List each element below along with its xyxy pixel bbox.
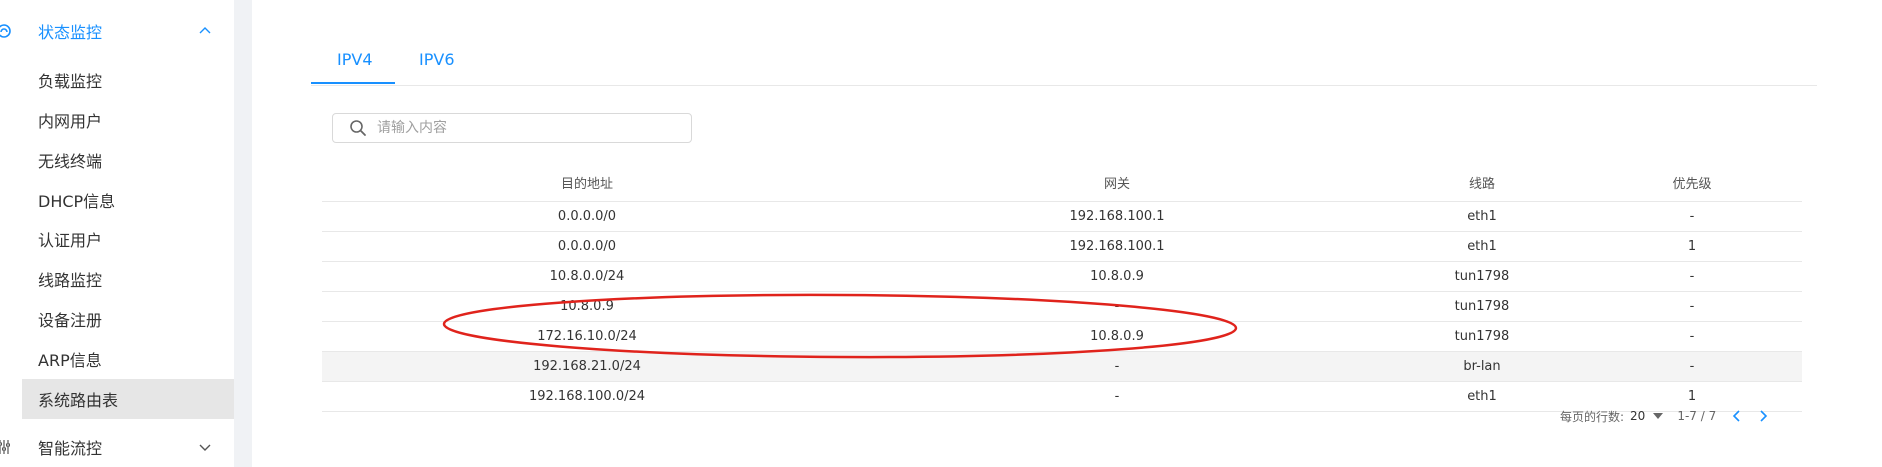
- pagination: 每页的行数: 20 1-7 / 7: [1560, 406, 1768, 426]
- route-table: 目的地址 网关 线路 优先级 0.0.0.0/0 192.168.100.1 e…: [322, 163, 1802, 412]
- menu-group-smart-flow-control[interactable]: 智能流控: [0, 427, 234, 467]
- table-row: 172.16.10.0/24 10.8.0.9 tun1798 -: [322, 321, 1802, 352]
- cell-line: tun1798: [1382, 261, 1582, 292]
- sidebar-item-lan-users[interactable]: 内网用户: [22, 100, 234, 140]
- cell-line: tun1798: [1382, 321, 1582, 352]
- cell-destination: 192.168.100.0/24: [322, 381, 852, 412]
- cell-destination: 192.168.21.0/24: [322, 351, 852, 382]
- search-icon: [350, 120, 366, 136]
- sidebar-item-system-route-table[interactable]: 系统路由表: [22, 379, 234, 419]
- cell-destination: 0.0.0.0/0: [322, 231, 852, 262]
- cell-line: br-lan: [1382, 351, 1582, 382]
- monitor-icon: [0, 24, 11, 38]
- cell-priority: -: [1582, 261, 1802, 292]
- cell-priority: 1: [1582, 231, 1802, 262]
- cell-gateway: 10.8.0.9: [852, 261, 1382, 292]
- sidebar: 状态监控 负载监控 内网用户 无线终端 DHCP信息 认证用户 线路监控 设备注…: [0, 0, 235, 467]
- search-box: [332, 113, 692, 143]
- column-header-priority[interactable]: 优先级: [1582, 163, 1802, 202]
- menu-group-label: 状态监控: [38, 23, 103, 42]
- column-header-gateway[interactable]: 网关: [852, 163, 1382, 202]
- table-row: 0.0.0.0/0 192.168.100.1 eth1 1: [322, 231, 1802, 262]
- chevron-up-icon: [199, 27, 211, 34]
- menu-group-label: 智能流控: [38, 439, 103, 458]
- cell-destination: 172.16.10.0/24: [322, 321, 852, 352]
- cell-priority: -: [1582, 291, 1802, 322]
- cell-line: eth1: [1382, 201, 1582, 232]
- cell-gateway: -: [852, 381, 1382, 412]
- sidebar-item-arp-info[interactable]: ARP信息: [22, 339, 234, 379]
- sidebar-item-device-registration[interactable]: 设备注册: [22, 299, 234, 339]
- next-page-button[interactable]: [1758, 409, 1768, 423]
- chevron-down-icon: [199, 444, 211, 451]
- cell-gateway: 192.168.100.1: [852, 231, 1382, 262]
- table-header-row: 目的地址 网关 线路 优先级: [322, 163, 1802, 202]
- sliders-icon: [0, 440, 10, 454]
- sidebar-item-dhcp-info[interactable]: DHCP信息: [22, 180, 234, 220]
- rows-per-page-label: 每页的行数:: [1560, 409, 1625, 424]
- sidebar-item-auth-users[interactable]: 认证用户: [22, 219, 234, 259]
- cell-gateway: 10.8.0.9: [852, 321, 1382, 352]
- column-header-line[interactable]: 线路: [1382, 163, 1582, 202]
- page-range: 1-7 / 7: [1677, 409, 1717, 423]
- cell-priority: -: [1582, 201, 1802, 232]
- menu-group-status-monitor[interactable]: 状态监控: [0, 11, 234, 51]
- column-header-destination[interactable]: 目的地址: [322, 163, 852, 202]
- table-row: 10.8.0.0/24 10.8.0.9 tun1798 -: [322, 261, 1802, 292]
- rows-per-page-select[interactable]: 20: [1630, 409, 1645, 423]
- cell-priority: -: [1582, 321, 1802, 352]
- sidebar-item-wireless-terminals[interactable]: 无线终端: [22, 140, 234, 180]
- sidebar-item-line-monitor[interactable]: 线路监控: [22, 259, 234, 299]
- cell-gateway: -: [852, 291, 1382, 322]
- caret-down-icon[interactable]: [1653, 413, 1664, 419]
- cell-gateway: 192.168.100.1: [852, 201, 1382, 232]
- cell-line: tun1798: [1382, 291, 1582, 322]
- sidebar-item-load-monitor[interactable]: 负载监控: [22, 60, 234, 100]
- tab-ipv6[interactable]: IPV6: [419, 50, 455, 69]
- cell-line: eth1: [1382, 231, 1582, 262]
- cell-destination: 10.8.0.9: [322, 291, 852, 322]
- cell-destination: 10.8.0.0/24: [322, 261, 852, 292]
- prev-page-button[interactable]: [1732, 409, 1742, 423]
- active-tab-indicator: [311, 82, 395, 84]
- cell-gateway: -: [852, 351, 1382, 382]
- table-row: 10.8.0.9 - tun1798 -: [322, 291, 1802, 322]
- table-row: 0.0.0.0/0 192.168.100.1 eth1 -: [322, 201, 1802, 232]
- table-row: 192.168.21.0/24 - br-lan -: [322, 351, 1802, 382]
- tab-ipv4[interactable]: IPV4: [337, 50, 373, 69]
- cell-line: eth1: [1382, 381, 1582, 412]
- cell-destination: 0.0.0.0/0: [322, 201, 852, 232]
- ip-version-tabs: IPV4 IPV6: [311, 40, 1817, 86]
- layout-gap: [234, 0, 252, 467]
- search-input[interactable]: [375, 119, 679, 137]
- cell-priority: -: [1582, 351, 1802, 382]
